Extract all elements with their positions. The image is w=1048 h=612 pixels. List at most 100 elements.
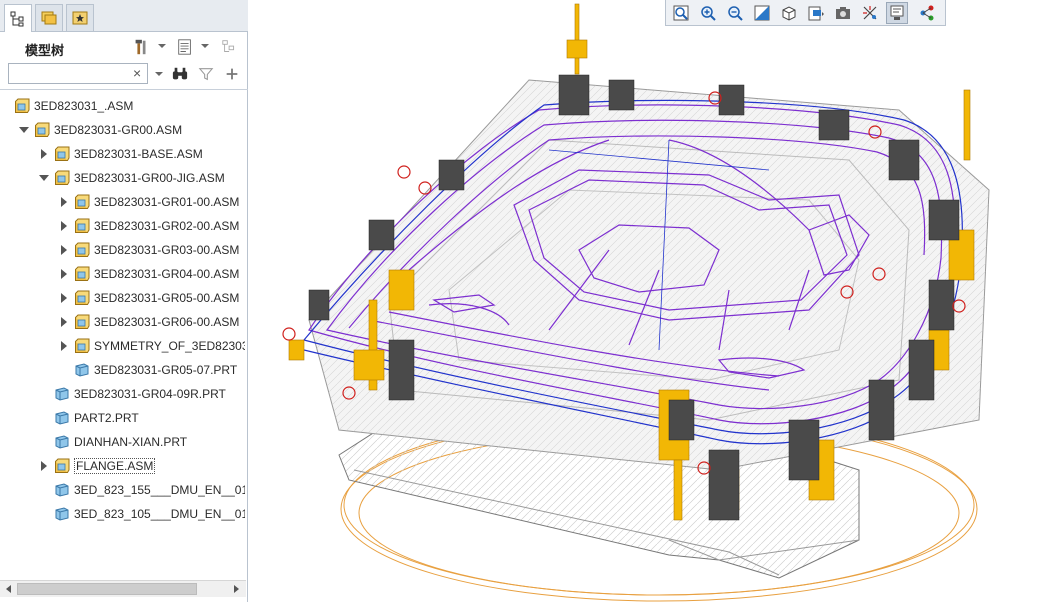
binoculars-icon bbox=[172, 67, 188, 80]
camera-icon bbox=[836, 7, 850, 19]
datum-display-button[interactable] bbox=[859, 2, 881, 24]
scroll-left-icon[interactable] bbox=[0, 581, 16, 597]
saved-views-icon bbox=[808, 6, 824, 21]
spin-center-button[interactable] bbox=[916, 2, 938, 24]
expand-icon[interactable] bbox=[58, 292, 70, 304]
tree-node[interactable]: 3ED823031-BASE.ASM bbox=[38, 143, 203, 165]
tab-model-tree[interactable] bbox=[4, 4, 32, 32]
datum-icon bbox=[863, 6, 877, 20]
add-button[interactable] bbox=[222, 65, 242, 83]
tree-node[interactable]: 3ED823031-GR04-00.ASM bbox=[58, 263, 239, 285]
tree-node[interactable]: 3ED823031-GR06-00.ASM bbox=[58, 311, 239, 333]
tree-node[interactable]: 3ED823031_.ASM bbox=[14, 95, 133, 117]
part-icon bbox=[54, 410, 74, 426]
assembly-icon bbox=[74, 314, 94, 330]
header-divider bbox=[0, 89, 248, 90]
filter-button[interactable] bbox=[196, 65, 216, 83]
model-tree: 3ED823031_.ASM 3ED823031-GR00.ASM 3ED82303… bbox=[0, 95, 245, 577]
tree-node-label: 3ED823031-GR04-00.ASM bbox=[94, 267, 240, 281]
tree-node-label: 3ED823031-GR05-00.ASM bbox=[94, 291, 240, 305]
favorites-icon bbox=[72, 11, 88, 25]
tree-node[interactable]: 3ED823031-GR01-00.ASM bbox=[58, 191, 239, 213]
tree-node[interactable]: DIANHAN-XIAN.PRT bbox=[38, 431, 187, 453]
tree-filter-icon bbox=[222, 40, 235, 52]
tree-node-label: 3ED_823_155___DMU_EN__01 bbox=[74, 483, 245, 497]
assembly-icon bbox=[74, 194, 94, 210]
tree-node-label: DIANHAN-XIAN.PRT bbox=[74, 435, 188, 449]
model-tree-panel: 模型树 × 3ED823031_.ASM 3ED823031-GR00.ASM … bbox=[0, 0, 248, 602]
tree-icon bbox=[10, 11, 24, 26]
annotation-display-button[interactable] bbox=[886, 2, 908, 24]
tree-node[interactable]: 3ED823031-GR00-JIG.ASM bbox=[38, 167, 225, 189]
tree-node[interactable]: 3ED823031-GR05-00.ASM bbox=[58, 287, 239, 309]
cad-model-view[interactable] bbox=[249, 0, 1048, 612]
saved-views-button[interactable] bbox=[805, 2, 827, 24]
settings-tools-button[interactable] bbox=[130, 37, 152, 57]
expand-icon[interactable] bbox=[38, 148, 50, 160]
zoom-in-icon bbox=[701, 6, 716, 21]
display-style-button[interactable] bbox=[778, 2, 800, 24]
settings-dropdown-icon[interactable] bbox=[158, 44, 166, 48]
expand-icon[interactable] bbox=[58, 244, 70, 256]
tree-node-label: PART2.PRT bbox=[74, 411, 139, 425]
cube-icon bbox=[782, 6, 796, 21]
scroll-right-icon[interactable] bbox=[228, 581, 244, 597]
assembly-icon bbox=[54, 170, 74, 186]
tree-node[interactable]: FLANGE.ASM bbox=[38, 455, 156, 477]
tree-node[interactable]: SYMMETRY_OF_3ED82303 bbox=[58, 335, 245, 357]
tree-node[interactable]: 3ED823031-GR04-09R.PRT bbox=[38, 383, 226, 405]
tree-node-label: FLANGE.ASM bbox=[74, 458, 156, 474]
tree-node[interactable]: PART2.PRT bbox=[38, 407, 139, 429]
tree-node[interactable]: 3ED823031-GR00.ASM bbox=[18, 119, 182, 141]
zoom-out-button[interactable] bbox=[724, 2, 746, 24]
find-button[interactable] bbox=[170, 65, 190, 83]
expand-icon[interactable] bbox=[38, 460, 50, 472]
panel-tabs bbox=[0, 0, 248, 32]
search-input[interactable] bbox=[8, 63, 148, 84]
horizontal-scrollbar[interactable] bbox=[0, 580, 246, 597]
tree-node-label: 3ED_823_105___DMU_EN__01 bbox=[74, 507, 245, 521]
tree-node[interactable]: 3ED823031-GR02-00.ASM bbox=[58, 215, 239, 237]
zoom-in-button[interactable] bbox=[697, 2, 719, 24]
tree-node-label: 3ED823031-GR04-09R.PRT bbox=[74, 387, 226, 401]
repaint-button[interactable] bbox=[751, 2, 773, 24]
tree-node[interactable]: 3ED823031-GR03-00.ASM bbox=[58, 239, 239, 261]
tree-node-label: 3ED823031-GR02-00.ASM bbox=[94, 219, 240, 233]
tree-node[interactable]: 3ED_823_155___DMU_EN__01 bbox=[38, 479, 245, 501]
tab-folder-browser[interactable] bbox=[35, 4, 63, 31]
part-icon bbox=[54, 386, 74, 402]
tree-node-label: 3ED823031-GR05-07.PRT bbox=[94, 363, 238, 377]
graphics-viewport[interactable] bbox=[249, 0, 1048, 612]
filter-icon bbox=[198, 68, 214, 81]
tree-node-label: 3ED823031-GR03-00.ASM bbox=[94, 243, 240, 257]
scrollbar-thumb[interactable] bbox=[17, 583, 197, 595]
search-row: × bbox=[0, 61, 248, 87]
tree-node[interactable]: 3ED_823_105___DMU_EN__01 bbox=[38, 503, 245, 525]
folders-icon bbox=[41, 11, 57, 25]
clear-search-icon[interactable]: × bbox=[133, 66, 141, 80]
expand-icon[interactable] bbox=[58, 316, 70, 328]
tree-node[interactable]: 3ED823031-GR05-07.PRT bbox=[58, 359, 237, 381]
expand-icon[interactable] bbox=[58, 268, 70, 280]
assembly-icon bbox=[74, 218, 94, 234]
expand-icon[interactable] bbox=[58, 196, 70, 208]
refit-button[interactable] bbox=[670, 2, 692, 24]
tree-node-label: 3ED823031-BASE.ASM bbox=[74, 147, 203, 161]
panel-title: 模型树 bbox=[25, 44, 65, 59]
show-columns-button[interactable] bbox=[174, 37, 196, 57]
tab-favorites[interactable] bbox=[66, 4, 94, 31]
collapse-icon[interactable] bbox=[38, 172, 50, 184]
tree-node-label: 3ED823031-GR01-00.ASM bbox=[94, 195, 240, 209]
expand-icon[interactable] bbox=[58, 220, 70, 232]
plus-icon bbox=[226, 68, 238, 80]
view-manager-button[interactable] bbox=[832, 2, 854, 24]
collapse-icon[interactable] bbox=[18, 124, 30, 136]
refit-icon bbox=[673, 5, 689, 21]
columns-dropdown-icon[interactable] bbox=[201, 44, 209, 48]
expand-icon[interactable] bbox=[58, 340, 70, 352]
tree-header: 模型树 bbox=[0, 33, 248, 61]
tree-filter-disabled-button[interactable] bbox=[219, 37, 241, 57]
search-dropdown-icon[interactable] bbox=[155, 72, 163, 76]
